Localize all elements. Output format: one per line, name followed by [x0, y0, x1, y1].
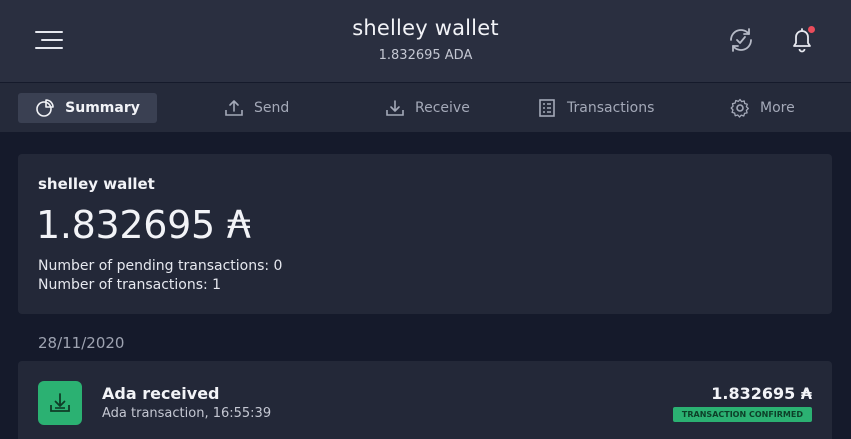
tab-receive[interactable]: Receive [385, 93, 470, 123]
transaction-amount: 1.832695 ₳ [711, 384, 812, 403]
transaction-ada-symbol: ₳ [800, 384, 812, 403]
transaction-count: Number of transactions: 1 [38, 277, 222, 293]
status-badge: TRANSACTION CONFIRMED [672, 407, 812, 422]
gear-icon [730, 98, 749, 118]
transactions-icon [539, 99, 555, 117]
wallet-summary-card: shelley wallet 1.832695 ₳ Number of pend… [18, 154, 832, 314]
summary-wallet-name: shelley wallet [38, 175, 155, 193]
receive-transaction-icon [38, 381, 82, 425]
send-icon [225, 100, 243, 116]
top-bar: shelley wallet 1.832695 ADA [0, 0, 851, 82]
tab-more[interactable]: More [730, 93, 795, 123]
summary-icon [36, 99, 54, 117]
tab-send-label: Send [254, 100, 290, 116]
summary-balance-value: 1.832695 [36, 203, 215, 247]
notification-dot [808, 26, 815, 33]
transaction-title: Ada received [102, 384, 220, 403]
tab-send[interactable]: Send [224, 93, 289, 123]
tab-summary-label: Summary [65, 100, 140, 116]
ada-symbol: ₳ [226, 203, 251, 247]
notifications-button[interactable] [786, 24, 818, 56]
tab-more-label: More [760, 100, 795, 116]
sync-icon [730, 28, 752, 52]
transaction-amount-value: 1.832695 [711, 384, 796, 403]
tab-transactions[interactable]: Transactions [537, 93, 654, 123]
tab-receive-label: Receive [415, 100, 470, 116]
download-icon [50, 393, 70, 412]
tab-summary[interactable]: Summary [18, 93, 157, 123]
date-group-label: 28/11/2020 [38, 334, 125, 352]
summary-balance: 1.832695 ₳ [36, 203, 251, 247]
pending-count: Number of pending transactions: 0 [38, 258, 283, 274]
transaction-row[interactable]: Ada received Ada transaction, 16:55:39 1… [18, 361, 832, 439]
tab-bar: Summary Send Receive Transactions More [0, 83, 851, 132]
wallet-balance: 1.832695 ADA [378, 48, 473, 63]
receive-icon [386, 100, 404, 116]
sync-button[interactable] [726, 25, 756, 55]
tab-transactions-label: Transactions [567, 100, 655, 116]
transaction-subtitle: Ada transaction, 16:55:39 [102, 406, 272, 421]
wallet-title: shelley wallet [352, 16, 499, 40]
